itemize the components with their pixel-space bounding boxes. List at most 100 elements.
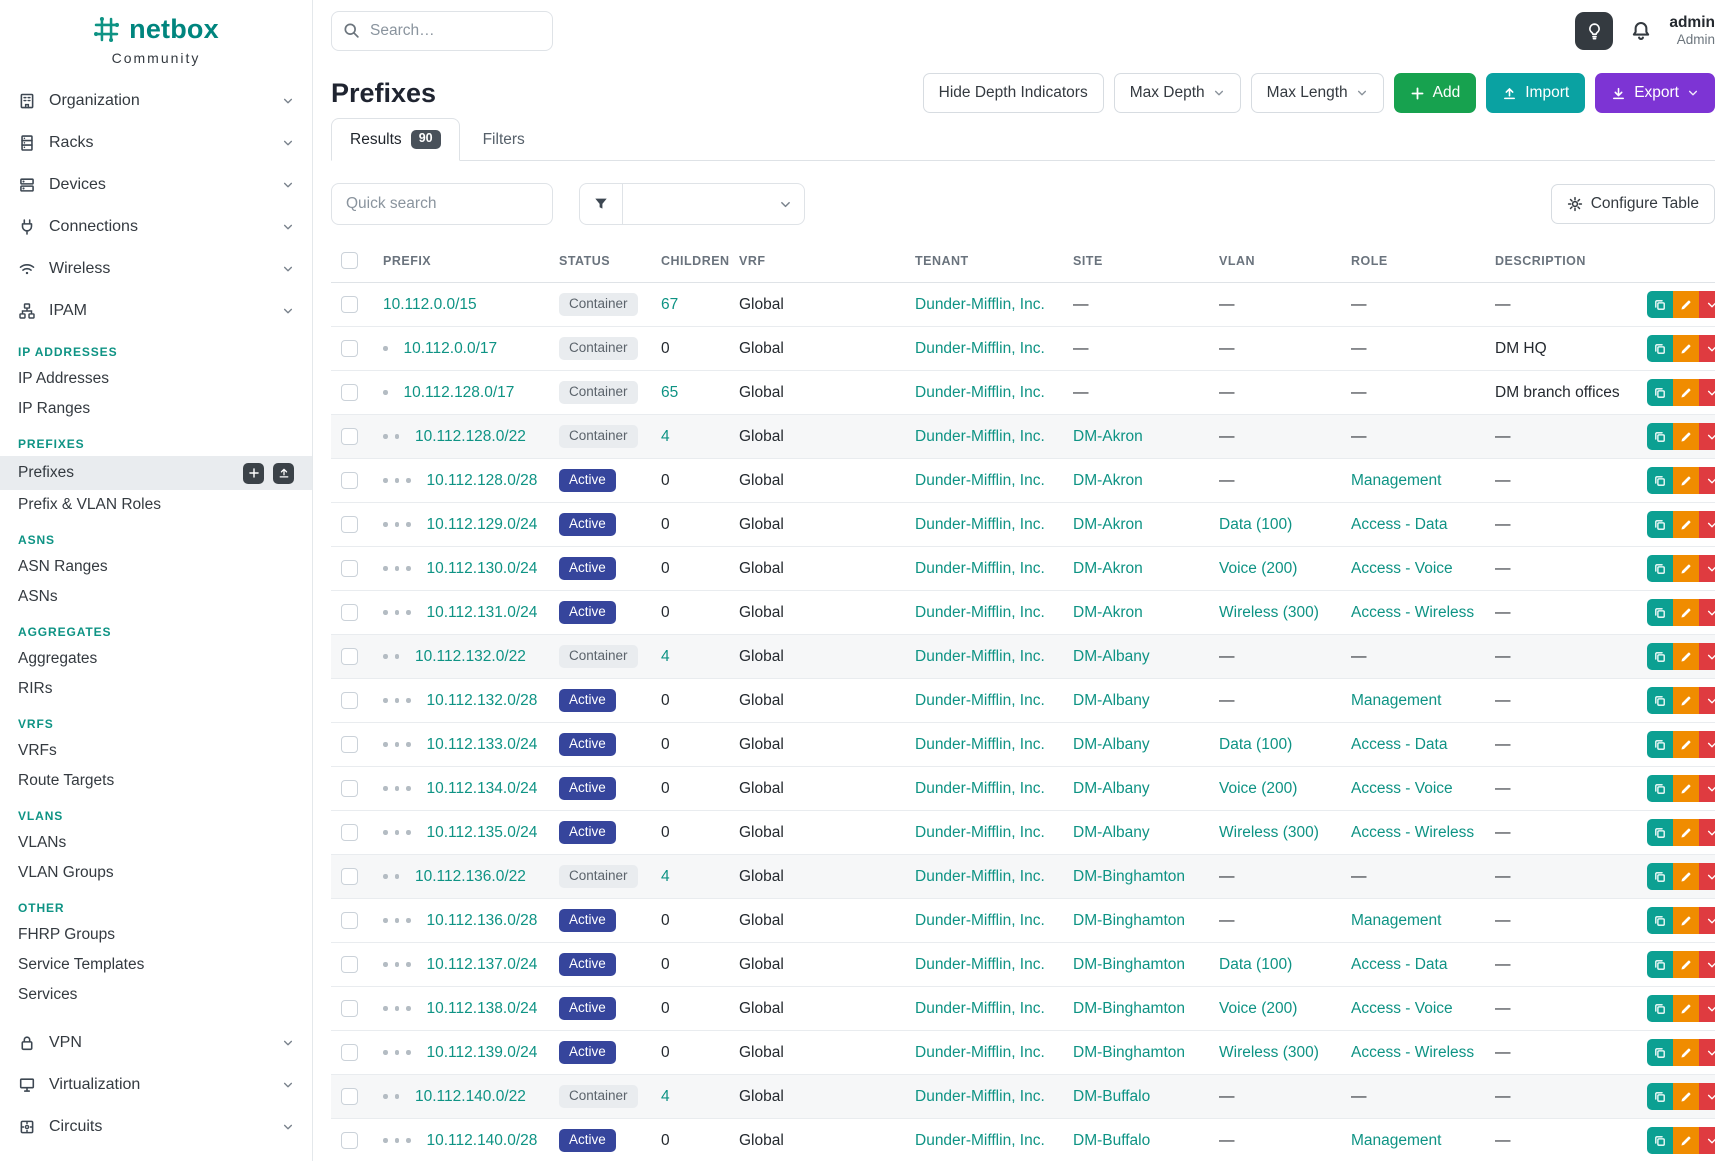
prefix-link[interactable]: 10.112.136.0/22 [415,868,526,885]
vlan-link[interactable]: Data (100) [1219,956,1292,973]
edit-button[interactable] [1673,335,1699,362]
edit-button[interactable] [1673,863,1699,890]
prefix-link[interactable]: 10.112.128.0/22 [415,428,526,445]
row-checkbox[interactable] [341,296,358,313]
copy-button[interactable] [1647,555,1673,582]
column-header-vlan[interactable]: VLAN [1209,239,1341,283]
prefix-link[interactable]: 10.112.0.0/17 [404,340,498,357]
column-header-children[interactable]: CHILDREN [651,239,729,283]
max-depth-dropdown[interactable]: Max Depth [1114,73,1241,113]
user-menu[interactable]: admin Admin [1669,13,1715,49]
edit-button[interactable] [1673,995,1699,1022]
site-link[interactable]: DM-Binghamton [1073,1000,1185,1017]
brand[interactable]: netbox Community [0,14,312,66]
filter-button[interactable] [579,183,623,225]
prefix-link[interactable]: 10.112.137.0/24 [427,956,538,973]
tenant-link[interactable]: Dunder-Mifflin, Inc. [915,780,1045,797]
delete-button[interactable] [1699,775,1715,802]
prefix-link[interactable]: 10.112.134.0/24 [427,780,538,797]
edit-button[interactable] [1673,467,1699,494]
role-link[interactable]: Management [1351,1132,1441,1149]
site-link[interactable]: DM-Akron [1073,428,1143,445]
row-checkbox[interactable] [341,428,358,445]
column-header-tenant[interactable]: TENANT [905,239,1063,283]
global-search-input[interactable] [331,11,553,51]
copy-button[interactable] [1647,951,1673,978]
vlan-link[interactable]: Data (100) [1219,736,1292,753]
edit-button[interactable] [1673,379,1699,406]
tab-results[interactable]: Results 90 [331,118,460,161]
vlan-link[interactable]: Voice (200) [1219,1000,1297,1017]
row-checkbox[interactable] [341,1132,358,1149]
copy-button[interactable] [1647,731,1673,758]
prefix-link[interactable]: 10.112.129.0/24 [427,516,538,533]
copy-button[interactable] [1647,643,1673,670]
tenant-link[interactable]: Dunder-Mifflin, Inc. [915,560,1045,577]
prefix-link[interactable]: 10.112.132.0/28 [427,692,538,709]
copy-button[interactable] [1647,995,1673,1022]
tenant-link[interactable]: Dunder-Mifflin, Inc. [915,736,1045,753]
edit-button[interactable] [1673,907,1699,934]
sidebar-group-circuits[interactable]: Circuits [0,1106,312,1148]
row-checkbox[interactable] [341,736,358,753]
site-link[interactable]: DM-Binghamton [1073,912,1185,929]
sidebar-item-fhrp-groups[interactable]: FHRP Groups [0,920,312,950]
sidebar-item-vrfs[interactable]: VRFs [0,736,312,766]
tenant-link[interactable]: Dunder-Mifflin, Inc. [915,824,1045,841]
column-header-vrf[interactable]: VRF [729,239,905,283]
tenant-link[interactable]: Dunder-Mifflin, Inc. [915,296,1045,313]
children-count-link[interactable]: 65 [661,384,678,401]
prefix-link[interactable]: 10.112.139.0/24 [427,1044,538,1061]
vlan-link[interactable]: Voice (200) [1219,560,1297,577]
quick-import-button[interactable] [273,463,294,484]
edit-button[interactable] [1673,511,1699,538]
site-link[interactable]: DM-Albany [1073,648,1150,665]
tenant-link[interactable]: Dunder-Mifflin, Inc. [915,1044,1045,1061]
copy-button[interactable] [1647,511,1673,538]
edit-button[interactable] [1673,951,1699,978]
site-link[interactable]: DM-Albany [1073,780,1150,797]
row-checkbox[interactable] [341,560,358,577]
prefix-link[interactable]: 10.112.130.0/24 [427,560,538,577]
configure-table-button[interactable]: Configure Table [1551,184,1715,224]
sidebar-item-rirs[interactable]: RIRs [0,674,312,704]
tenant-link[interactable]: Dunder-Mifflin, Inc. [915,648,1045,665]
role-link[interactable]: Access - Voice [1351,560,1453,577]
edit-button[interactable] [1673,819,1699,846]
tenant-link[interactable]: Dunder-Mifflin, Inc. [915,604,1045,621]
sidebar-group-devices[interactable]: Devices [0,164,312,206]
delete-button[interactable] [1699,1127,1715,1154]
delete-button[interactable] [1699,731,1715,758]
copy-button[interactable] [1647,863,1673,890]
children-count-link[interactable]: 4 [661,428,670,445]
sidebar-item-prefixes[interactable]: Prefixes [0,456,312,490]
edit-button[interactable] [1673,1083,1699,1110]
sidebar-group-wireless[interactable]: Wireless [0,248,312,290]
sidebar-item-aggregates[interactable]: Aggregates [0,644,312,674]
role-link[interactable]: Access - Wireless [1351,1044,1474,1061]
row-checkbox[interactable] [341,780,358,797]
delete-button[interactable] [1699,995,1715,1022]
row-checkbox[interactable] [341,604,358,621]
column-header-role[interactable]: ROLE [1341,239,1485,283]
sidebar-item-ip-ranges[interactable]: IP Ranges [0,394,312,424]
tenant-link[interactable]: Dunder-Mifflin, Inc. [915,384,1045,401]
sidebar-item-service-templates[interactable]: Service Templates [0,950,312,980]
copy-button[interactable] [1647,291,1673,318]
sidebar-item-prefix-vlan-roles[interactable]: Prefix & VLAN Roles [0,490,312,520]
children-count-link[interactable]: 4 [661,648,670,665]
sidebar-group-connections[interactable]: Connections [0,206,312,248]
tenant-link[interactable]: Dunder-Mifflin, Inc. [915,516,1045,533]
copy-button[interactable] [1647,599,1673,626]
role-link[interactable]: Access - Voice [1351,780,1453,797]
column-header-description[interactable]: DESCRIPTION [1485,239,1637,283]
row-checkbox[interactable] [341,472,358,489]
theme-toggle-button[interactable] [1575,12,1613,50]
sidebar-group-vpn[interactable]: VPN [0,1022,312,1064]
tenant-link[interactable]: Dunder-Mifflin, Inc. [915,956,1045,973]
delete-button[interactable] [1699,291,1715,318]
site-link[interactable]: DM-Buffalo [1073,1088,1150,1105]
copy-button[interactable] [1647,423,1673,450]
row-checkbox[interactable] [341,868,358,885]
edit-button[interactable] [1673,555,1699,582]
